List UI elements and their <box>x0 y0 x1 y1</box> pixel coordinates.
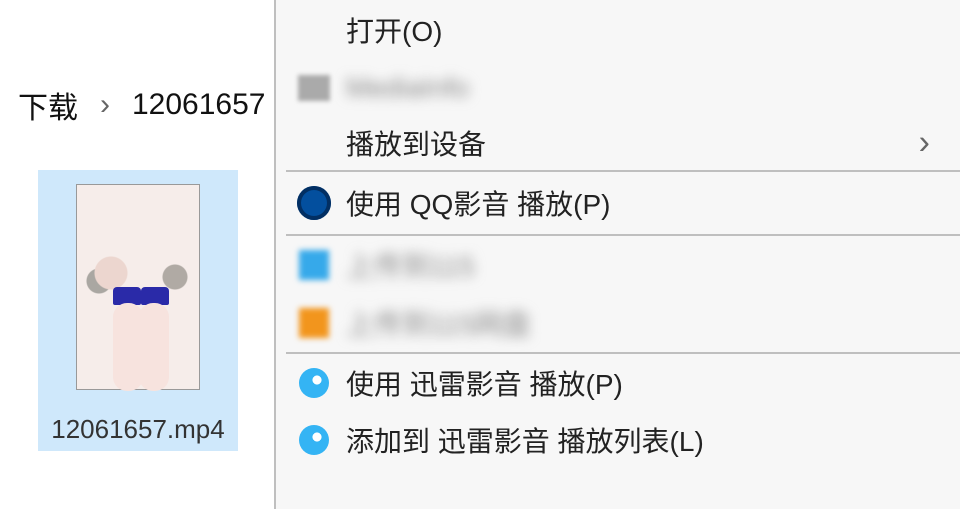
menu-open[interactable]: 打开(O) <box>276 0 960 60</box>
menu-qq-play[interactable]: 使用 QQ影音 播放(P) <box>276 172 960 234</box>
menu-upload2-label: 上传到115网盘 <box>346 303 531 343</box>
xunlei-icon <box>296 365 332 401</box>
chevron-right-icon: › <box>100 88 110 122</box>
mediainfo-icon <box>296 70 332 106</box>
xunlei-icon <box>296 422 332 458</box>
menu-xunlei-play[interactable]: 使用 迅雷影音 播放(P) <box>276 354 960 412</box>
menu-cast-label: 播放到设备 <box>346 123 486 163</box>
upload-115-icon <box>296 247 332 283</box>
video-thumbnail[interactable] <box>76 184 200 390</box>
file-item[interactable]: 12061657.mp4 <box>38 170 238 451</box>
context-menu: 打开(O) MediaInfo 播放到设备 › 使用 QQ影音 播放(P) 上传… <box>274 0 960 509</box>
menu-qq-play-label: 使用 QQ影音 播放(P) <box>346 183 610 223</box>
qq-player-icon <box>296 185 332 221</box>
menu-upload-1[interactable]: 上传到115 <box>276 236 960 294</box>
upload-115-pan-icon <box>296 305 332 341</box>
menu-xunlei-addlist-label: 添加到 迅雷影音 播放列表(L) <box>346 420 704 460</box>
menu-xunlei-add-list[interactable]: 添加到 迅雷影音 播放列表(L) <box>276 412 960 468</box>
menu-mediainfo[interactable]: MediaInfo <box>276 60 960 115</box>
menu-open-label: 打开(O) <box>346 10 442 50</box>
breadcrumb-folder[interactable]: 下载 <box>18 83 78 127</box>
menu-upload-2[interactable]: 上传到115网盘 <box>276 294 960 352</box>
file-name-label: 12061657.mp4 <box>51 414 224 445</box>
breadcrumb-current[interactable]: 12061657 <box>132 88 265 122</box>
menu-cast-to-device[interactable]: 播放到设备 › <box>276 115 960 170</box>
menu-xunlei-play-label: 使用 迅雷影音 播放(P) <box>346 363 623 403</box>
menu-upload1-label: 上传到115 <box>346 245 475 285</box>
menu-mediainfo-label: MediaInfo <box>346 72 469 104</box>
submenu-chevron-icon: › <box>919 123 930 162</box>
